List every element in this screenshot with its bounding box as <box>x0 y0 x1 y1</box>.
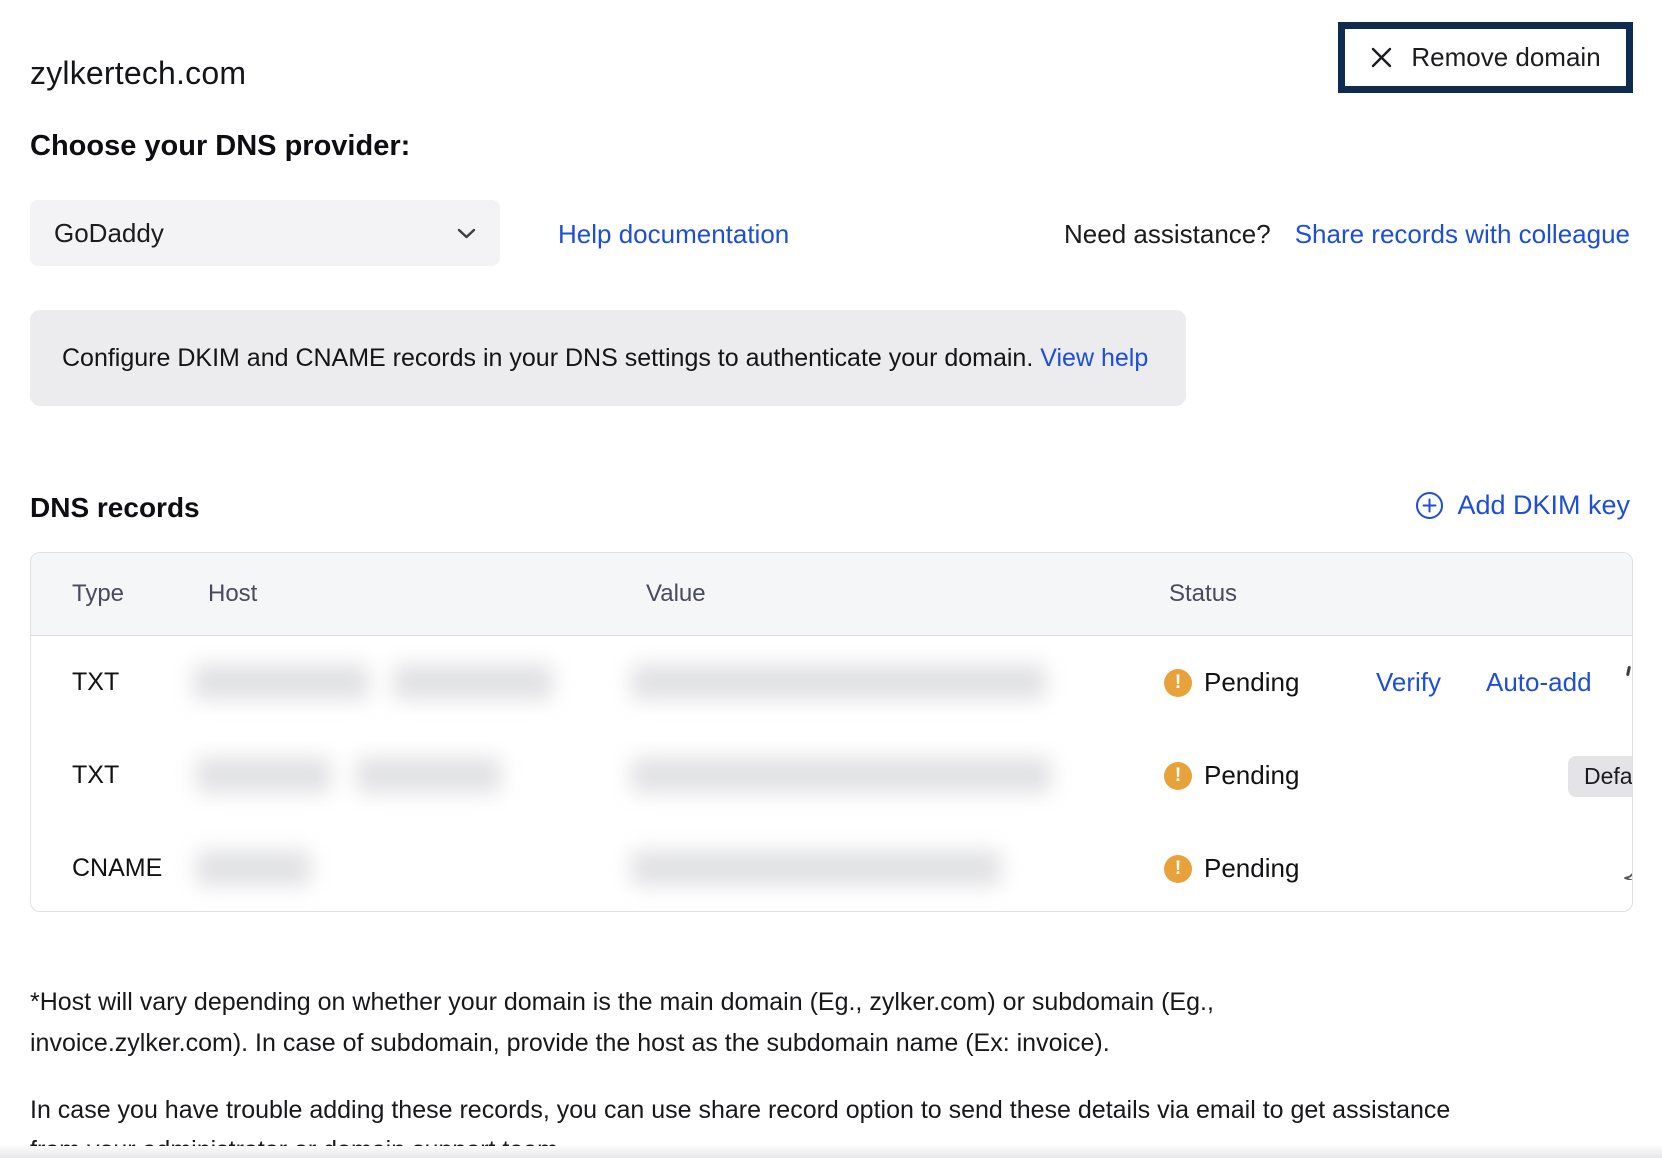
column-header-status: Status <box>1169 553 1237 635</box>
redacted-host-value <box>356 757 501 793</box>
pending-alert-icon <box>1164 762 1192 790</box>
share-records-link[interactable]: Share records with colleague <box>1295 219 1630 250</box>
default-tag: Default <box>1568 756 1633 797</box>
redacted-host-value <box>393 664 553 700</box>
redacted-record-value <box>631 664 1046 700</box>
redacted-record-value <box>631 757 1051 793</box>
chevron-down-icon <box>457 228 476 239</box>
view-help-link[interactable]: View help <box>1040 344 1148 373</box>
status-badge: Pending <box>1164 636 1299 729</box>
need-assistance-text: Need assistance? <box>1064 219 1271 250</box>
status-text: Pending <box>1204 667 1299 698</box>
close-icon <box>1370 46 1393 69</box>
verify-link[interactable]: Verify <box>1376 636 1441 729</box>
table-row: CNAME Pending <box>31 822 1632 912</box>
redacted-host-value <box>196 850 311 886</box>
section-divider <box>0 1146 1662 1158</box>
status-text: Pending <box>1204 853 1299 884</box>
remove-domain-button[interactable]: Remove domain <box>1360 42 1610 73</box>
remove-domain-highlight-box: Remove domain <box>1338 22 1633 93</box>
assistance-row: Need assistance? Share records with coll… <box>1064 219 1630 250</box>
status-badge: Pending <box>1164 729 1299 822</box>
edit-icon[interactable] <box>1623 858 1633 880</box>
table-row: TXT Pending Verify Auto-add <box>31 636 1632 729</box>
record-type: TXT <box>72 729 119 822</box>
provider-heading: Choose your DNS provider: <box>30 130 410 163</box>
redacted-host-value <box>193 664 369 700</box>
column-header-type: Type <box>72 553 124 635</box>
column-header-value: Value <box>646 553 706 635</box>
pending-alert-icon <box>1164 855 1192 883</box>
table-row: TXT Pending Default <box>31 729 1632 822</box>
clipped-element-fragment <box>1626 666 1631 676</box>
status-badge: Pending <box>1164 822 1299 912</box>
page-title: zylkertech.com <box>30 55 246 92</box>
dns-records-table: Type Host Value Status TXT Pending Verif… <box>30 552 1633 912</box>
help-documentation-link[interactable]: Help documentation <box>558 219 789 250</box>
dns-provider-select[interactable]: GoDaddy <box>30 200 500 266</box>
dkim-info-banner: Configure DKIM and CNAME records in your… <box>30 310 1186 406</box>
domain-dns-verification-page: zylkertech.com Remove domain Choose your… <box>0 0 1662 1158</box>
table-header-row: Type Host Value Status <box>31 553 1632 636</box>
host-note-text: *Host will vary depending on whether you… <box>30 982 1430 1064</box>
add-dkim-key-button[interactable]: Add DKIM key <box>1415 490 1630 521</box>
status-text: Pending <box>1204 760 1299 791</box>
add-dkim-key-label: Add DKIM key <box>1457 490 1630 521</box>
column-header-host: Host <box>208 553 257 635</box>
redacted-record-value <box>631 850 1001 886</box>
record-type: TXT <box>72 636 119 729</box>
redacted-host-value <box>196 757 331 793</box>
dns-provider-selected-value: GoDaddy <box>54 218 164 249</box>
dns-records-heading: DNS records <box>30 492 200 524</box>
plus-circle-icon <box>1415 491 1444 520</box>
record-type: CNAME <box>72 822 162 912</box>
auto-add-link[interactable]: Auto-add <box>1486 636 1592 729</box>
pending-alert-icon <box>1164 669 1192 697</box>
remove-domain-label: Remove domain <box>1411 42 1600 73</box>
banner-text: Configure DKIM and CNAME records in your… <box>62 344 1033 373</box>
